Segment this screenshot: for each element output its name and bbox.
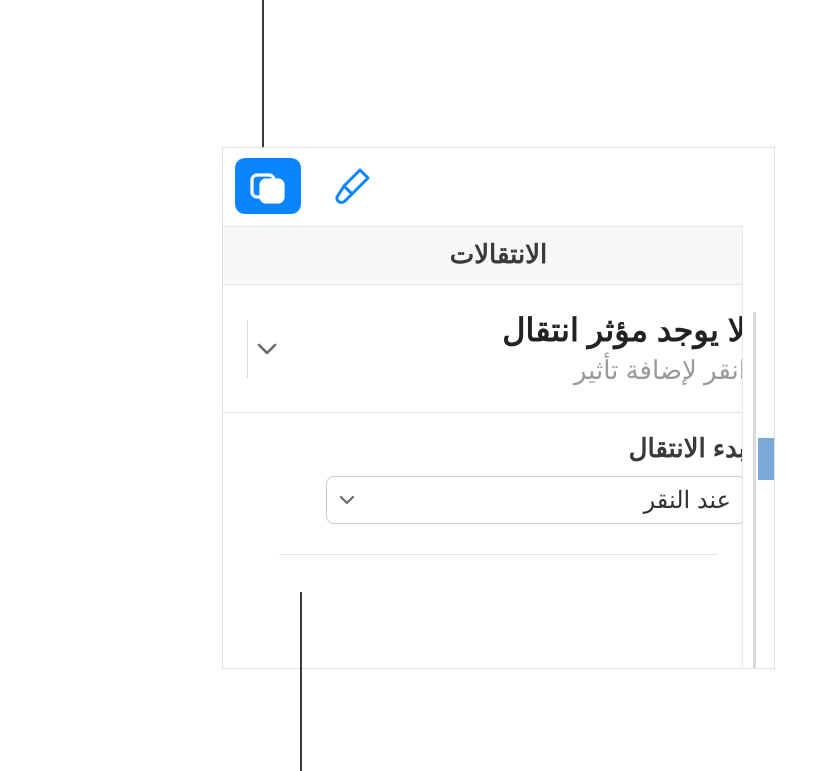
sliver-thumbnail-fragment	[758, 438, 774, 480]
transition-effect-title: لا يوجد مؤثر انتقال	[502, 311, 746, 349]
transition-effect-disclosure[interactable]	[247, 320, 277, 378]
section-header-transitions: الانتقالات	[223, 226, 774, 285]
section-title: الانتقالات	[450, 239, 548, 269]
start-transition-select[interactable]: عند النقر	[326, 476, 746, 524]
section-divider	[279, 554, 718, 555]
animate-tab[interactable]	[235, 158, 301, 214]
chevron-down-icon	[257, 342, 277, 356]
inspector-panel: الانتقالات لا يوجد مؤثر انتقال انقر لإضا…	[222, 147, 775, 669]
transition-effect-text: لا يوجد مؤثر انتقال انقر لإضافة تأثير	[502, 311, 746, 386]
callout-line-bottom	[300, 592, 302, 771]
animate-icon	[247, 166, 289, 206]
sliver-stripe	[753, 312, 756, 669]
start-transition-section: بدء الانتقال عند النقر	[223, 413, 774, 567]
transition-effect-row[interactable]: لا يوجد مؤثر انتقال انقر لإضافة تأثير	[223, 285, 774, 413]
transition-effect-subtitle: انقر لإضافة تأثير	[502, 355, 746, 386]
format-tab[interactable]	[319, 158, 385, 214]
start-transition-label: بدء الانتقال	[251, 433, 746, 464]
format-brush-icon	[330, 164, 374, 208]
adjacent-panel-sliver	[742, 226, 774, 669]
chevron-down-icon	[333, 486, 361, 514]
start-transition-value: عند النقر	[644, 486, 731, 515]
inspector-tabs	[223, 148, 774, 226]
callout-line-top	[262, 0, 264, 148]
